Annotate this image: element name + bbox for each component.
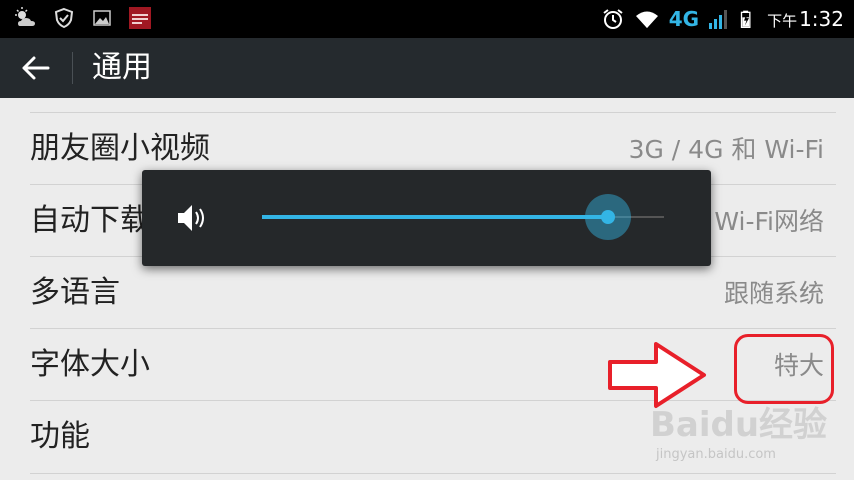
settings-item-value: 跟随系统	[723, 279, 824, 308]
settings-item-label: 自动下载	[30, 203, 150, 238]
settings-item-label: 字体大小	[30, 347, 150, 382]
back-arrow-icon[interactable]	[16, 50, 56, 86]
baidu-watermark: Baidu经验 jingyan.baidu.com	[650, 405, 840, 475]
settings-item-label: 功能	[30, 419, 90, 454]
settings-item-value: Wi-Fi网络	[714, 207, 824, 236]
signal-icon	[709, 10, 728, 29]
settings-item-value: 3G / 4G 和 Wi-Fi	[628, 135, 824, 164]
clock: 下午 1:32	[767, 7, 844, 31]
shield-check-icon	[54, 7, 74, 29]
app-badge-icon	[129, 7, 151, 29]
volume-slider-thumb-core	[600, 210, 615, 224]
settings-item-label: 多语言	[30, 275, 120, 310]
volume-slider-thumb[interactable]	[584, 194, 631, 240]
speaker-icon[interactable]	[174, 200, 210, 236]
settings-item-language[interactable]: 多语言 跟随系统	[30, 256, 836, 329]
clock-time: 1:32	[799, 7, 844, 31]
annotation-highlight-box	[734, 334, 834, 404]
status-bar-system: 4G 下午 1:32	[601, 0, 844, 38]
image-icon	[93, 10, 111, 26]
wifi-icon	[635, 11, 658, 28]
alarm-icon	[603, 9, 623, 29]
network-type: 4G	[668, 7, 700, 31]
annotation-arrow-icon	[608, 342, 706, 408]
settings-item-label: 朋友圈小视频	[30, 131, 210, 166]
battery-icon	[740, 10, 751, 28]
action-bar: 通用	[0, 38, 854, 98]
watermark-logo: Baidu经验	[650, 405, 828, 445]
status-bar: 4G 下午 1:32	[0, 0, 854, 38]
weather-icon	[15, 7, 35, 26]
status-bar-notifications	[14, 6, 152, 30]
clock-period: 下午	[767, 12, 798, 30]
page-title: 通用	[92, 50, 152, 85]
settings-item-font-size[interactable]: 字体大小 特大	[30, 328, 836, 401]
volume-slider-fill	[262, 215, 608, 219]
volume-slider[interactable]	[262, 194, 664, 240]
volume-dialog	[142, 170, 711, 266]
watermark-url: jingyan.baidu.com	[656, 447, 776, 462]
action-bar-divider	[72, 52, 73, 84]
